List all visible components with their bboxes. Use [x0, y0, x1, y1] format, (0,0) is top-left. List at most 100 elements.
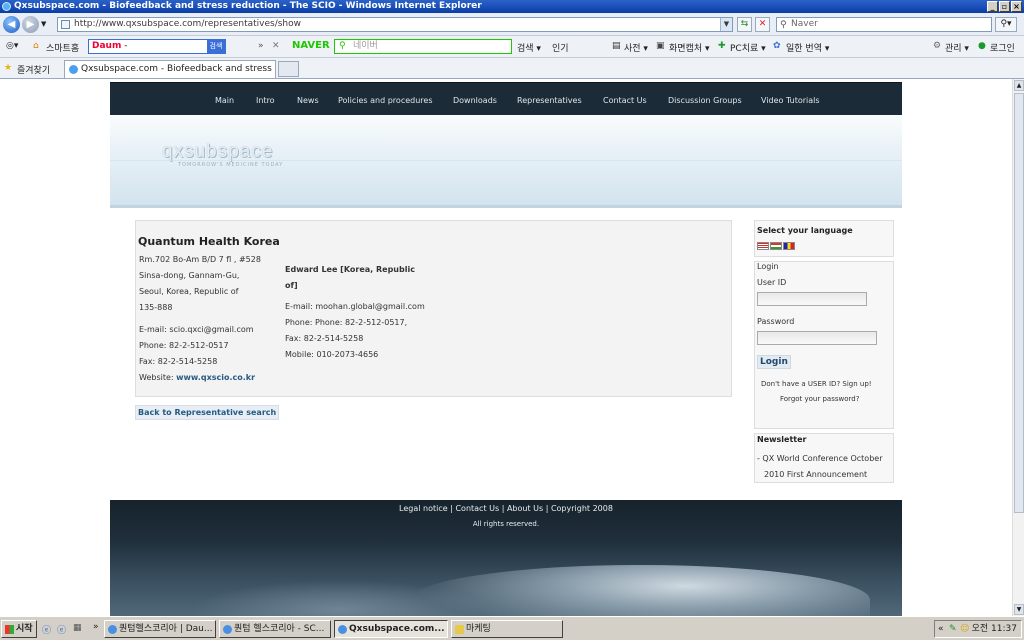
header-banner: qxsubspace TOMORROW'S MEDICINE TODAY	[110, 115, 902, 208]
nav-representatives[interactable]: Representatives	[517, 96, 582, 105]
nav-intro[interactable]: Intro	[256, 96, 275, 105]
website-link[interactable]: www.qxscio.co.kr	[176, 373, 255, 382]
nav-discussion[interactable]: Discussion Groups	[668, 96, 742, 105]
vertical-scrollbar[interactable]: ▲ ▼	[1012, 79, 1024, 616]
rights-text: All rights reserved.	[472, 520, 540, 528]
romania-flag-icon[interactable]	[783, 242, 795, 250]
forward-arrow-icon[interactable]: ▶	[22, 16, 39, 33]
toolbar-popular[interactable]: 인기	[552, 41, 569, 54]
search-icon: ⚲	[780, 20, 787, 30]
nav-news[interactable]: News	[297, 96, 319, 105]
quicklaunch-more-icon[interactable]: »	[93, 622, 99, 632]
back-arrow-icon[interactable]: ◀	[3, 16, 20, 33]
nav-main[interactable]: Main	[215, 96, 234, 105]
close-toolbar-icon[interactable]: ✕	[272, 41, 280, 51]
daum-search-button[interactable]: 검색	[207, 40, 225, 53]
nav-contact[interactable]: Contact Us	[603, 96, 647, 105]
system-tray: « ✎ ☺ 오전 11:37	[934, 620, 1022, 638]
search-input[interactable]: ⚲ Naver	[776, 17, 992, 32]
window-title: Qxsubspace.com - Biofeedback and stress …	[14, 1, 482, 11]
history-dropdown-icon[interactable]: ▼	[41, 20, 46, 28]
toolbar-translate[interactable]: 일한 번역 ▾	[786, 41, 829, 54]
site-tagline: TOMORROW'S MEDICINE TODAY	[178, 162, 284, 168]
company-name: Quantum Health Korea	[138, 235, 280, 248]
close-button[interactable]: ×	[1011, 1, 1022, 12]
ie-icon	[2, 2, 11, 11]
legal-notice-link[interactable]: Legal notice	[399, 504, 448, 513]
toolbar-options-icon[interactable]: ◎▾	[6, 41, 18, 51]
refresh-icon[interactable]: ⇆	[737, 17, 752, 32]
forgot-password-link[interactable]: Forgot your password?	[780, 395, 859, 403]
page-icon	[61, 20, 70, 29]
windows-taskbar: 시작 ⓔ ⓔ ▦ » 퀀텀헬스코리아 | Dau... 퀀텀 헬스코리아 - S…	[0, 616, 1024, 640]
stop-icon[interactable]: ✕	[755, 17, 770, 32]
toolbar-capture[interactable]: 화면캡처 ▾	[669, 41, 710, 54]
home-icon[interactable]: ⌂	[33, 41, 39, 51]
company-phone: Phone: 82-2-512-0517	[139, 341, 229, 350]
nav-policies[interactable]: Policies and procedures	[338, 96, 432, 105]
chevron-icon[interactable]: »	[258, 41, 264, 51]
smart-home-link[interactable]: 스마트홈	[46, 41, 79, 54]
userid-input[interactable]	[757, 292, 867, 306]
folder-icon	[455, 625, 464, 634]
password-label: Password	[757, 317, 795, 326]
newsletter-box: Newsletter - QX World Conference October…	[754, 433, 894, 483]
tab-title: Qxsubspace.com - Biofeedback and stress …	[81, 64, 276, 74]
address-dropdown-icon[interactable]: ▼	[720, 18, 732, 31]
taskbar-window[interactable]: 퀀텀 헬스코리아 - SC...	[219, 620, 331, 638]
quicklaunch-ie-icon[interactable]: ⓔ	[42, 623, 51, 636]
taskbar-window[interactable]: 마케팅	[451, 620, 563, 638]
scroll-up-icon[interactable]: ▲	[1014, 80, 1024, 91]
login-box: Login User ID Password Login Don't have …	[754, 261, 894, 429]
daum-search-input[interactable]: Daum - 검색	[88, 39, 226, 54]
toolbar-dictionary[interactable]: 사전 ▾	[624, 41, 648, 54]
favorites-button[interactable]: 즐겨찾기	[17, 63, 50, 76]
address-bar[interactable]: http://www.qxsubspace.com/representative…	[57, 17, 733, 32]
tray-network-icon[interactable]: ✎	[949, 621, 957, 637]
about-us-link[interactable]: About Us	[507, 504, 543, 513]
naver-search-input[interactable]: ⚲ 네이버	[334, 39, 512, 54]
taskbar-window-active[interactable]: Qxsubspace.com...	[334, 620, 448, 638]
signup-link[interactable]: Don't have a USER ID? Sign up!	[761, 380, 872, 388]
back-to-search-link[interactable]: Back to Representative search	[135, 405, 280, 420]
password-input[interactable]	[757, 331, 877, 345]
newsletter-item-cont[interactable]: 2010 First Announcement	[764, 470, 867, 479]
tray-expand-icon[interactable]: «	[938, 621, 944, 637]
toolbar-pc-care[interactable]: PC치료 ▾	[730, 41, 766, 54]
taskbar-window-title: 퀀텀 헬스코리아 - SC...	[234, 624, 325, 634]
new-tab-button[interactable]	[278, 61, 299, 77]
scroll-thumb[interactable]	[1014, 93, 1024, 513]
hungary-flag-icon[interactable]	[770, 242, 782, 250]
start-button[interactable]: 시작	[1, 620, 37, 638]
page-viewport: Main Intro News Policies and procedures …	[0, 79, 1012, 616]
tab-active[interactable]: Qxsubspace.com - Biofeedback and stress …	[64, 60, 276, 78]
capture-icon: ▣	[656, 41, 665, 51]
window-ie-icon	[108, 625, 117, 634]
taskbar-window-title: 퀀텀헬스코리아 | Dau...	[119, 624, 213, 634]
search-placeholder: Naver	[791, 19, 818, 29]
address-text: http://www.qxsubspace.com/representative…	[74, 19, 301, 29]
tray-status-icon[interactable]: ☺	[960, 621, 969, 637]
nav-downloads[interactable]: Downloads	[453, 96, 497, 105]
footer-contact-link[interactable]: Contact Us	[455, 504, 499, 513]
toolbar-search-menu[interactable]: 검색 ▾	[517, 41, 541, 54]
search-go-icon[interactable]: ⚲▾	[995, 17, 1017, 32]
address-line: Sinsa-dong, Gannam-Gu,	[139, 271, 240, 280]
address-line: 135-888	[139, 303, 173, 312]
scroll-down-icon[interactable]: ▼	[1014, 604, 1024, 615]
taskbar-window[interactable]: 퀀텀헬스코리아 | Dau...	[104, 620, 216, 638]
quicklaunch-desktop-icon[interactable]: ▦	[73, 623, 82, 633]
minimize-button[interactable]: _	[987, 1, 998, 12]
toolbar-login[interactable]: 로그인	[990, 41, 1015, 54]
login-button[interactable]: Login	[757, 355, 791, 369]
site-logo[interactable]: qxsubspace	[162, 141, 273, 163]
person-phone: Phone: Phone: 82-2-512-0517,	[285, 318, 408, 327]
us-flag-icon[interactable]	[757, 242, 769, 250]
nav-video[interactable]: Video Tutorials	[761, 96, 820, 105]
restore-button[interactable]: ▫	[999, 1, 1010, 12]
quicklaunch-ie2-icon[interactable]: ⓔ	[57, 623, 66, 636]
address-toolbar: ◀ ▶ ▼ http://www.qxsubspace.com/represen…	[0, 13, 1024, 36]
toolbar-manage[interactable]: 관리 ▾	[945, 41, 969, 54]
newsletter-item[interactable]: - QX World Conference October	[757, 454, 883, 463]
ocean-wave-image	[410, 565, 870, 616]
